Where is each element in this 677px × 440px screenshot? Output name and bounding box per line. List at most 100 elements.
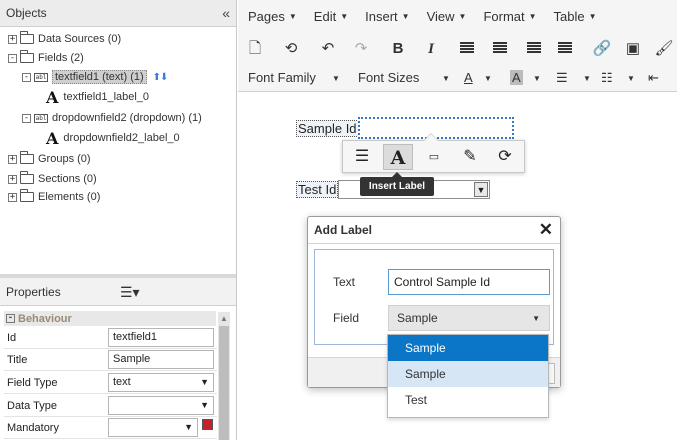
background-color-caret-icon[interactable]: ▼ [533,74,541,83]
text-label: Text [333,275,356,289]
field-select[interactable]: Sample ▼ [388,305,550,331]
align-center-icon[interactable] [490,39,510,59]
font-family-select[interactable]: Font Family [248,70,316,85]
view-list-icon[interactable]: ☰▾ [120,284,140,301]
tree-item-groups[interactable]: + Groups (0) [8,150,91,168]
mandatory-select[interactable] [108,418,198,437]
edit-icon[interactable]: ✎ [455,144,485,170]
input-field-icon[interactable]: ▭ [419,144,449,170]
refresh-icon[interactable]: ⟳ [490,144,520,170]
tree-item-elements[interactable]: + Elements (0) [8,188,100,206]
menu-view[interactable]: View ▼ [427,9,467,24]
collapse-icon[interactable]: - [22,72,31,82]
menu-table[interactable]: Table ▼ [554,9,597,24]
collapse-icon[interactable]: - [22,113,31,123]
image-icon[interactable]: ▣ [623,39,643,59]
field-type-select[interactable]: text [108,373,214,392]
data-type-select[interactable] [108,396,214,415]
collapse-panel-icon[interactable]: « [222,5,230,21]
tree-item-label: Groups (0) [38,153,91,165]
restore-draft-icon[interactable]: ⟲ [281,39,301,59]
sample-id-label[interactable]: Sample Id [296,120,359,137]
scrollbar-thumb[interactable] [219,326,229,440]
font-family-caret-icon[interactable]: ▼ [332,74,340,83]
scroll-up-icon[interactable]: ▲ [220,314,228,323]
menu-pages[interactable]: Pages ▼ [248,9,297,24]
properties-scrollbar[interactable]: ▲ [218,312,230,440]
tree-item-label-selected: textfield1 (text) (1) [52,70,147,84]
redo-icon[interactable]: ↷ [351,39,371,59]
dropdown-option-sample[interactable]: Sample [388,361,548,387]
objects-tree: + Data Sources (0) - Fields (2) - abl te… [0,27,236,274]
folder-icon [20,151,34,164]
menu-insert[interactable]: Insert ▼ [365,9,409,24]
brush-icon[interactable]: 🖌 [654,39,674,59]
test-id-label[interactable]: Test Id [296,181,339,198]
italic-icon[interactable]: I [421,39,441,59]
folder-icon [20,171,34,184]
close-icon[interactable]: ✕ [539,220,553,240]
objects-panel-header: Objects « [0,0,236,27]
label-text-input[interactable]: Control Sample Id [388,269,550,295]
id-input[interactable]: textfield1 [108,328,214,347]
label-icon: A [46,128,59,148]
expand-icon[interactable]: + [8,154,17,164]
numbered-list-caret-icon[interactable]: ▼ [627,74,635,83]
tree-item-label: Elements (0) [38,191,101,203]
expand-icon[interactable]: + [8,192,17,202]
move-up-down-icon[interactable]: ⬆⬇ [153,72,169,83]
chevron-down-icon[interactable]: ▼ [532,307,540,331]
numbered-list-icon[interactable]: ☷ [601,70,613,86]
expand-icon[interactable]: + [8,34,17,44]
link-icon[interactable]: 🔗 [592,39,612,59]
tree-item-fields[interactable]: - Fields (2) [8,49,84,67]
bullet-list-icon[interactable]: ☰ [556,70,568,86]
field-label: Field [333,311,360,325]
expand-icon[interactable]: + [8,174,17,184]
collapse-icon[interactable]: - [8,53,17,63]
text-color-icon[interactable]: A [464,70,473,85]
toolbar-fonts: Font Family ▼ Font Sizes ▼ A ▼ A ▼ ☰ ▼ ☷… [238,64,677,92]
dropdown-option-sample-selected[interactable]: Sample [388,335,548,361]
dialog-header: Add Label ✕ [308,217,560,244]
collapse-icon[interactable]: - [6,314,15,323]
dropdown-option-test[interactable]: Test [388,387,548,413]
property-row-id: Id textfield1 [4,327,217,349]
new-document-icon[interactable]: 🗋 [245,39,265,59]
tree-item-sections[interactable]: + Sections (0) [8,170,97,188]
tree-item-label: Fields (2) [38,52,84,64]
menu-format[interactable]: Format ▼ [483,9,536,24]
align-left-icon[interactable] [457,39,477,59]
font-sizes-select[interactable]: Font Sizes [358,70,419,85]
bold-icon[interactable]: B [388,39,408,59]
tree-item-textfield1[interactable]: - abl textfield1 (text) (1) ⬆⬇ [22,68,169,86]
text-color-caret-icon[interactable]: ▼ [484,74,492,83]
property-key: Id [7,331,17,344]
align-right-icon[interactable] [524,39,544,59]
field-dropdown-list: Sample Sample Test [387,334,549,418]
tree-item-dropdownfield2[interactable]: - abl dropdownfield2 (dropdown) (1) [22,109,202,127]
undo-icon[interactable]: ↶ [318,39,338,59]
align-justify-icon[interactable] [555,39,575,59]
list-icon[interactable]: ☰ [347,144,377,170]
folder-open-icon [20,50,34,63]
outdent-icon[interactable]: ⇤ [648,70,659,86]
title-input[interactable]: Sample [108,350,214,369]
insert-label-icon[interactable]: A [383,144,413,170]
behaviour-section-header[interactable]: - Behaviour [4,311,216,326]
font-sizes-caret-icon[interactable]: ▼ [442,74,450,83]
bullet-list-caret-icon[interactable]: ▼ [583,74,591,83]
menu-edit[interactable]: Edit ▼ [314,9,348,24]
tree-item-textfield1-label[interactable]: A textfield1_label_0 [46,88,150,107]
tree-item-dropdownfield2-label[interactable]: A dropdownfield2_label_0 [46,128,180,148]
mandatory-flag-icon[interactable] [202,419,213,430]
tree-item-label: textfield1_label_0 [63,91,150,103]
tree-item-data-sources[interactable]: + Data Sources (0) [8,30,121,48]
menubar: Pages ▼ Edit ▼ Insert ▼ View ▼ Format ▼ Table… [238,0,677,32]
background-color-icon[interactable]: A [510,70,523,85]
tree-item-label: Data Sources (0) [38,33,122,45]
dropdown-field-icon: abl [34,113,48,123]
property-row-data-type: Data Type [4,395,217,417]
property-key: Data Type [7,399,57,412]
chevron-down-icon[interactable]: ▼ [474,182,488,197]
